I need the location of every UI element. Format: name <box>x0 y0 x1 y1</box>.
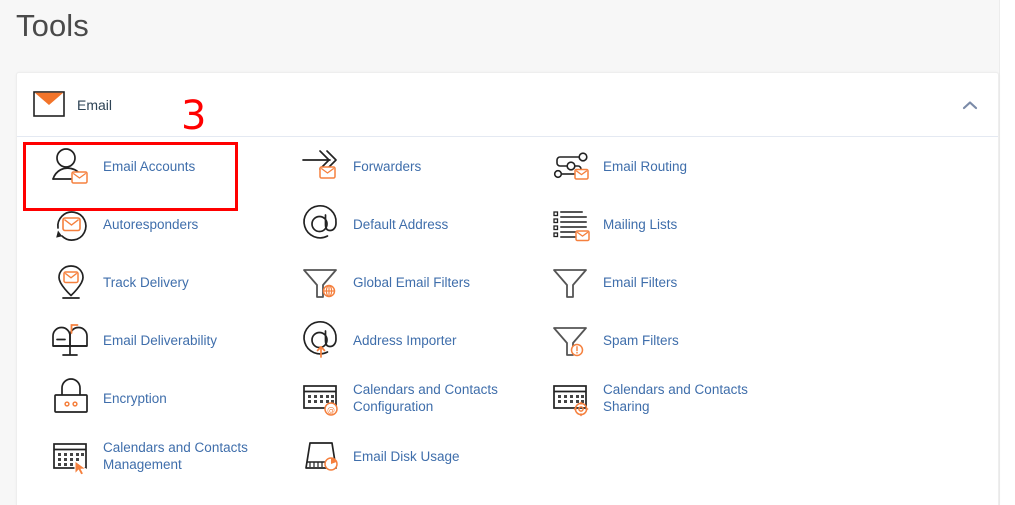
tool-label: Calendars and Contacts Sharing <box>603 382 748 414</box>
tool-label: Encryption <box>103 390 167 406</box>
tools-column-2: Forwarders Default Address Global Email … <box>291 137 541 485</box>
tools-grid: Email Accounts Autoresponders Track Deli… <box>17 137 998 476</box>
calendar-gear-icon <box>549 376 593 420</box>
tools-column-1: Email Accounts Autoresponders Track Deli… <box>41 137 291 485</box>
tool-label: Track Delivery <box>103 274 189 290</box>
tools-column-3: Email Routing Mailing Lists Email Filter… <box>541 137 791 427</box>
at-sign-upload-icon <box>299 318 343 362</box>
page-title: Tools <box>16 8 89 43</box>
tool-encryption[interactable]: Encryption <box>41 369 291 427</box>
tool-label: Default Address <box>353 216 449 232</box>
disk-pie-icon <box>299 434 343 478</box>
tool-label: Global Email Filters <box>353 274 471 290</box>
tool-address-importer[interactable]: Address Importer <box>291 311 541 369</box>
tool-forwarders[interactable]: Forwarders <box>291 137 541 195</box>
tool-email-disk-usage[interactable]: Email Disk Usage <box>291 427 541 485</box>
tool-email-deliverability[interactable]: Email Deliverability <box>41 311 291 369</box>
tool-label: Spam Filters <box>603 332 679 348</box>
circular-arrow-envelope-icon <box>49 202 93 246</box>
tool-label: Email Filters <box>603 274 678 290</box>
calendar-at-icon: @ <box>299 376 343 420</box>
funnel-alert-icon <box>549 318 593 362</box>
tool-label: Calendars and Contacts Management <box>103 440 248 472</box>
tool-spam-filters[interactable]: Spam Filters <box>541 311 791 369</box>
tool-global-email-filters[interactable]: Global Email Filters <box>291 253 541 311</box>
envelope-icon <box>33 91 65 119</box>
tool-label: Autoresponders <box>103 216 199 232</box>
padlock-icon <box>49 376 93 420</box>
tool-calendars-contacts-configuration[interactable]: @ Calendars and Contacts Configuration <box>291 369 541 427</box>
svg-text:@: @ <box>327 405 335 414</box>
tool-email-accounts[interactable]: Email Accounts <box>41 137 291 195</box>
arrows-envelope-icon <box>299 144 343 188</box>
mailbox-icon <box>49 318 93 362</box>
list-envelope-icon <box>549 202 593 246</box>
email-section-title: Email <box>77 97 113 113</box>
map-pin-envelope-icon <box>49 260 93 304</box>
tool-calendars-contacts-management[interactable]: Calendars and Contacts Management <box>41 427 291 485</box>
tool-mailing-lists[interactable]: Mailing Lists <box>541 195 791 253</box>
at-sign-icon <box>299 202 343 246</box>
funnel-icon <box>549 260 593 304</box>
user-envelope-icon <box>49 144 93 188</box>
tool-autoresponders[interactable]: Autoresponders <box>41 195 291 253</box>
tools-page: Tools Email Email Accounts Autoresponder… <box>0 0 1015 505</box>
tool-label: Mailing Lists <box>603 216 678 232</box>
tool-email-filters[interactable]: Email Filters <box>541 253 791 311</box>
calendar-cursor-icon <box>49 434 93 478</box>
chevron-up-icon[interactable] <box>956 73 984 137</box>
tool-label: Email Deliverability <box>103 332 218 348</box>
tool-default-address[interactable]: Default Address <box>291 195 541 253</box>
tool-label: Email Accounts <box>103 158 196 174</box>
tool-email-routing[interactable]: Email Routing <box>541 137 791 195</box>
routing-envelope-icon <box>549 144 593 188</box>
tool-label: Forwarders <box>353 158 422 174</box>
tool-track-delivery[interactable]: Track Delivery <box>41 253 291 311</box>
tool-label: Calendars and Contacts Configuration <box>353 382 498 414</box>
funnel-globe-icon <box>299 260 343 304</box>
tool-label: Address Importer <box>353 332 457 348</box>
email-section-header[interactable]: Email <box>17 73 998 137</box>
tool-label: Email Routing <box>603 158 688 174</box>
page-right-gutter <box>1000 0 1015 505</box>
tool-label: Email Disk Usage <box>353 448 460 464</box>
tool-calendars-contacts-sharing[interactable]: Calendars and Contacts Sharing <box>541 369 791 427</box>
email-section-panel: Email Email Accounts Autoresponders Trac… <box>16 72 999 505</box>
